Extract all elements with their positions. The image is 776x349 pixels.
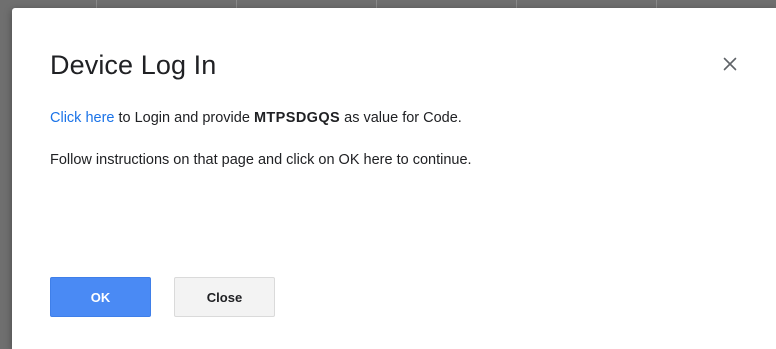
- login-message: Click here to Login and provide MTPSDGQS…: [50, 110, 462, 126]
- device-code: MTPSDGQS: [253, 110, 341, 126]
- close-button[interactable]: Close: [174, 277, 275, 317]
- message-text-end: as value for Code.: [340, 110, 462, 126]
- dialog-title: Device Log In: [50, 50, 217, 80]
- ok-button[interactable]: OK: [50, 277, 151, 317]
- click-here-link[interactable]: Click here: [50, 110, 114, 126]
- message-text: to Login and provide: [114, 110, 254, 126]
- instructions-text: Follow instructions on that page and cli…: [50, 152, 472, 168]
- close-icon[interactable]: [718, 52, 742, 76]
- device-login-dialog: Device Log In Click here to Login and pr…: [12, 8, 776, 349]
- close-x-icon: [723, 57, 737, 71]
